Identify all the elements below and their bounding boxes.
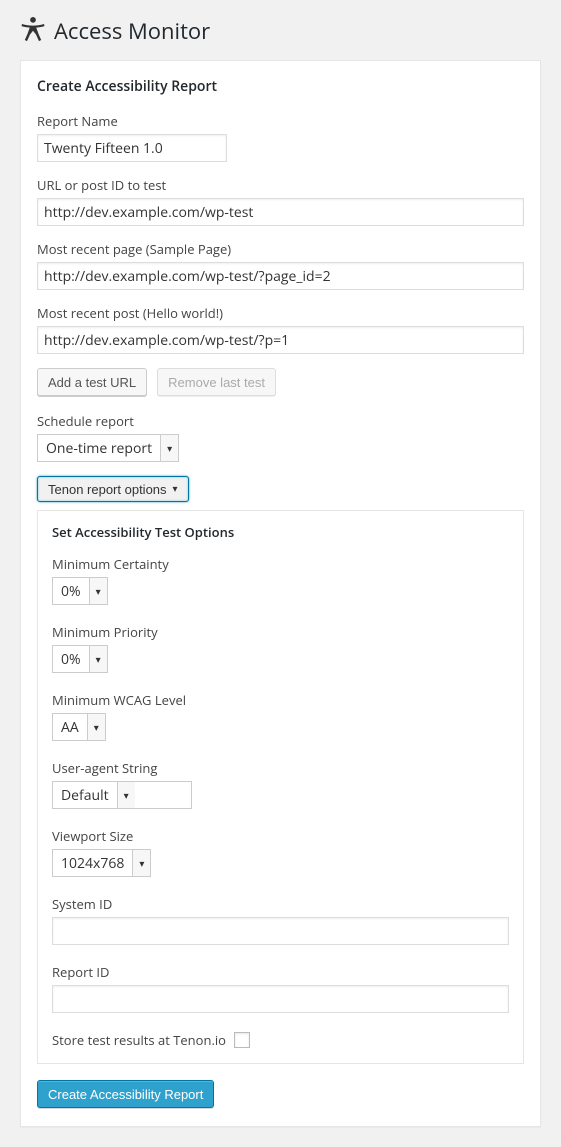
min-wcag-label: Minimum WCAG Level [52,691,509,709]
chevron-down-icon [117,782,135,808]
create-report-button[interactable]: Create Accessibility Report [37,1080,214,1108]
report-id-input[interactable] [52,985,509,1013]
schedule-value: One-time report [38,439,160,458]
recent-page-label: Most recent page (Sample Page) [37,240,524,258]
system-id-input[interactable] [52,917,509,945]
ua-label: User-agent String [52,759,509,777]
page-title: Access Monitor [54,16,210,46]
store-results-checkbox[interactable] [234,1032,250,1048]
min-wcag-value: AA [53,718,87,737]
remove-last-test-button[interactable]: Remove last test [157,368,276,396]
recent-post-label: Most recent post (Hello world!) [37,304,524,322]
min-priority-value: 0% [53,650,89,669]
report-name-label: Report Name [37,112,524,130]
viewport-value: 1024x768 [53,854,132,873]
add-test-url-button[interactable]: Add a test URL [37,368,147,396]
chevron-down-icon [89,646,107,672]
min-certainty-label: Minimum Certainty [52,555,509,573]
chevron-down-icon [89,578,107,604]
min-certainty-value: 0% [53,582,89,601]
report-name-input[interactable] [37,134,227,162]
recent-page-input[interactable] [37,262,524,290]
tenon-options-toggle[interactable]: Tenon report options [37,476,189,502]
min-wcag-select[interactable]: AA [52,713,106,741]
accessibility-icon [20,16,46,46]
options-heading: Set Accessibility Test Options [52,523,509,541]
chevron-down-icon [87,714,105,740]
store-results-label: Store test results at Tenon.io [52,1031,226,1049]
chevron-down-icon [160,435,178,461]
url-to-test-label: URL or post ID to test [37,176,524,194]
min-certainty-select[interactable]: 0% [52,577,108,605]
ua-value: Default [53,786,117,805]
min-priority-select[interactable]: 0% [52,645,108,673]
system-id-label: System ID [52,895,509,913]
ua-select[interactable]: Default [52,781,192,809]
create-report-form: Create Accessibility Report Report Name … [20,60,541,1127]
form-heading: Create Accessibility Report [37,77,524,96]
tenon-options-panel: Set Accessibility Test Options Minimum C… [37,510,524,1064]
url-to-test-input[interactable] [37,198,524,226]
schedule-select[interactable]: One-time report [37,434,179,462]
report-id-label: Report ID [52,963,509,981]
recent-post-input[interactable] [37,326,524,354]
viewport-select[interactable]: 1024x768 [52,849,151,877]
min-priority-label: Minimum Priority [52,623,509,641]
schedule-label: Schedule report [37,412,524,430]
viewport-label: Viewport Size [52,827,509,845]
chevron-down-icon [132,850,150,876]
